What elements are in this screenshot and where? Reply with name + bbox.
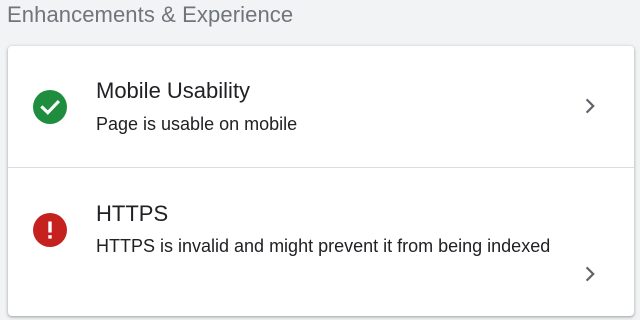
error-circle-icon <box>33 213 67 247</box>
enhancements-page: Enhancements & Experience Mobile Usabili… <box>0 0 640 320</box>
enhancements-card: Mobile Usability Page is usable on mobil… <box>8 46 634 316</box>
enhancement-row-https[interactable]: HTTPS HTTPS is invalid and might prevent… <box>8 168 634 316</box>
enhancement-title: HTTPS <box>96 201 169 226</box>
enhancement-description: Page is usable on mobile <box>96 114 298 134</box>
chevron-right-icon[interactable] <box>578 94 602 118</box>
enhancement-title: Mobile Usability <box>96 78 251 103</box>
section-title: Enhancements & Experience <box>7 2 294 27</box>
enhancement-row-mobile-usability[interactable]: Mobile Usability Page is usable on mobil… <box>8 46 634 167</box>
check-circle-icon <box>33 90 67 124</box>
chevron-right-icon[interactable] <box>578 262 602 286</box>
enhancement-description: HTTPS is invalid and might prevent it fr… <box>96 236 551 256</box>
